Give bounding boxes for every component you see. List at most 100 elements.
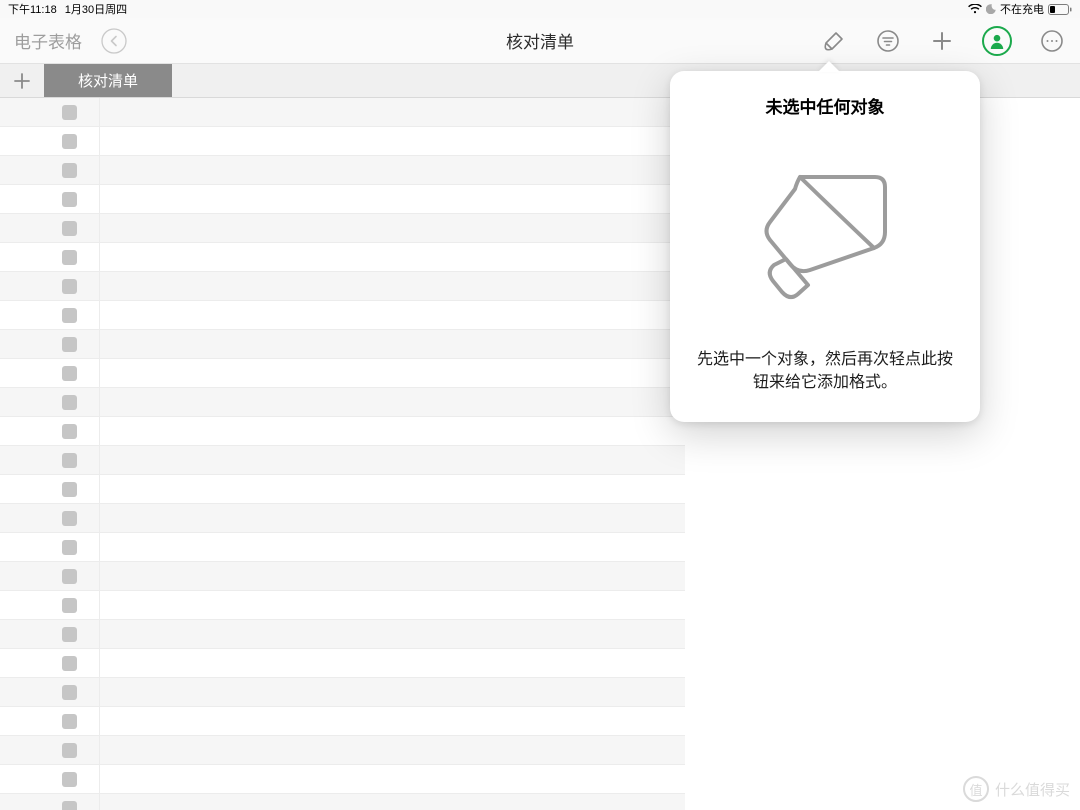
checkbox-cell[interactable] [0,707,100,735]
checkbox-cell[interactable] [0,243,100,271]
text-cell[interactable] [100,156,685,184]
table-row[interactable] [0,591,685,620]
table-row[interactable] [0,765,685,794]
checkbox-cell[interactable] [0,765,100,793]
table-row[interactable] [0,794,685,810]
text-cell[interactable] [100,620,685,648]
text-cell[interactable] [100,185,685,213]
sheet-tab-active[interactable]: 核对清单 [44,64,172,97]
checkbox-cell[interactable] [0,156,100,184]
checkbox-cell[interactable] [0,620,100,648]
checkbox-cell[interactable] [0,794,100,810]
table-row[interactable] [0,359,685,388]
checkbox-icon[interactable] [62,192,77,207]
table-row[interactable] [0,678,685,707]
text-cell[interactable] [100,446,685,474]
back-to-documents[interactable]: 电子表格 [14,28,82,53]
checkbox-icon[interactable] [62,743,77,758]
checkbox-icon[interactable] [62,540,77,555]
table-row[interactable] [0,301,685,330]
checkbox-cell[interactable] [0,736,100,764]
checkbox-cell[interactable] [0,127,100,155]
checkbox-icon[interactable] [62,366,77,381]
table-row[interactable] [0,446,685,475]
checkbox-cell[interactable] [0,214,100,242]
undo-button[interactable] [100,27,128,55]
text-cell[interactable] [100,475,685,503]
table-row[interactable] [0,127,685,156]
text-cell[interactable] [100,794,685,810]
checkbox-cell[interactable] [0,98,100,126]
checkbox-icon[interactable] [62,105,77,120]
checkbox-icon[interactable] [62,424,77,439]
table-row[interactable] [0,707,685,736]
text-cell[interactable] [100,591,685,619]
checkbox-icon[interactable] [62,482,77,497]
checkbox-cell[interactable] [0,301,100,329]
text-cell[interactable] [100,272,685,300]
text-cell[interactable] [100,127,685,155]
text-cell[interactable] [100,562,685,590]
text-cell[interactable] [100,98,685,126]
checkbox-cell[interactable] [0,272,100,300]
text-cell[interactable] [100,504,685,532]
format-brush-button[interactable] [820,27,848,55]
checkbox-icon[interactable] [62,308,77,323]
add-button[interactable] [928,27,956,55]
checkbox-icon[interactable] [62,656,77,671]
table-row[interactable] [0,98,685,127]
table-row[interactable] [0,272,685,301]
text-cell[interactable] [100,533,685,561]
checkbox-icon[interactable] [62,627,77,642]
checkbox-cell[interactable] [0,475,100,503]
checkbox-icon[interactable] [62,279,77,294]
text-cell[interactable] [100,214,685,242]
checkbox-cell[interactable] [0,504,100,532]
checkbox-icon[interactable] [62,395,77,410]
add-sheet-button[interactable] [0,64,44,97]
checkbox-cell[interactable] [0,185,100,213]
checkbox-icon[interactable] [62,598,77,613]
table-row[interactable] [0,330,685,359]
text-cell[interactable] [100,707,685,735]
checkbox-icon[interactable] [62,511,77,526]
table-row[interactable] [0,417,685,446]
checkbox-cell[interactable] [0,359,100,387]
checkbox-icon[interactable] [62,772,77,787]
table-row[interactable] [0,185,685,214]
collaborate-button[interactable] [982,26,1012,56]
filter-button[interactable] [874,27,902,55]
checkbox-icon[interactable] [62,714,77,729]
checkbox-icon[interactable] [62,221,77,236]
checkbox-cell[interactable] [0,533,100,561]
table-row[interactable] [0,620,685,649]
table-row[interactable] [0,388,685,417]
checkbox-cell[interactable] [0,591,100,619]
checkbox-cell[interactable] [0,446,100,474]
checkbox-icon[interactable] [62,163,77,178]
text-cell[interactable] [100,359,685,387]
checkbox-cell[interactable] [0,562,100,590]
checkbox-cell[interactable] [0,330,100,358]
table-row[interactable] [0,649,685,678]
text-cell[interactable] [100,736,685,764]
more-button[interactable] [1038,27,1066,55]
checkbox-icon[interactable] [62,801,77,810]
text-cell[interactable] [100,678,685,706]
table-row[interactable] [0,736,685,765]
text-cell[interactable] [100,765,685,793]
checkbox-icon[interactable] [62,685,77,700]
table-row[interactable] [0,243,685,272]
table-row[interactable] [0,562,685,591]
checkbox-icon[interactable] [62,569,77,584]
table-row[interactable] [0,533,685,562]
table-row[interactable] [0,156,685,185]
checkbox-icon[interactable] [62,453,77,468]
checkbox-cell[interactable] [0,388,100,416]
table-row[interactable] [0,214,685,243]
table-row[interactable] [0,475,685,504]
checkbox-icon[interactable] [62,250,77,265]
text-cell[interactable] [100,388,685,416]
text-cell[interactable] [100,243,685,271]
text-cell[interactable] [100,417,685,445]
